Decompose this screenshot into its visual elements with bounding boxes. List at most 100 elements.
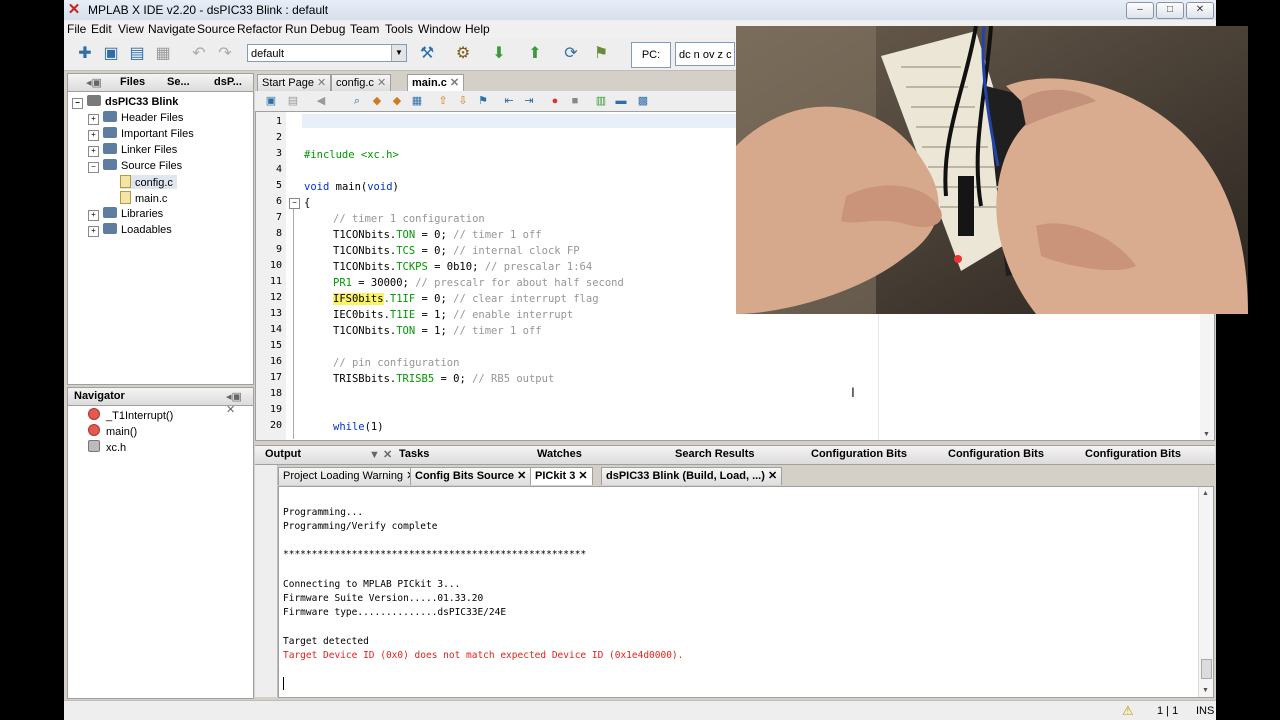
expand-icon[interactable]: + — [88, 226, 99, 237]
upload-icon[interactable]: ⬆ — [524, 43, 546, 65]
menu-help[interactable]: Help — [465, 22, 490, 36]
menu-file[interactable]: File — [67, 22, 86, 36]
navigator-item[interactable]: _T1Interrupt() — [88, 408, 173, 422]
menu-view[interactable]: View — [118, 22, 144, 36]
project-root[interactable]: − dsPIC33 Blink — [72, 95, 178, 109]
close-icon[interactable]: ✕ — [517, 470, 526, 482]
maximize-button[interactable]: □ — [1156, 2, 1184, 19]
folder-loadables[interactable]: + Loadables — [88, 223, 172, 237]
close-icon[interactable]: ✕ — [578, 470, 587, 482]
menu-window[interactable]: Window — [418, 22, 461, 36]
tab-pickit3[interactable]: PICkit 3 ✕ — [530, 467, 593, 485]
clean-build-icon[interactable]: ⚙ — [452, 43, 474, 65]
menu-debug[interactable]: Debug — [310, 22, 345, 36]
tab-files[interactable]: Files — [120, 76, 145, 88]
menu-edit[interactable]: Edit — [91, 22, 112, 36]
find-icon[interactable]: ⌕ — [349, 93, 365, 109]
redo-icon[interactable]: ↷ — [214, 43, 236, 65]
prev-bookmark-icon[interactable]: ⇧ — [435, 93, 451, 109]
menu-tools[interactable]: Tools — [385, 22, 413, 36]
collapse-icon[interactable]: − — [88, 162, 99, 173]
folder-libraries[interactable]: + Libraries — [88, 207, 163, 221]
minimize-button[interactable]: – — [1126, 2, 1154, 19]
source-view-icon[interactable]: ▣ — [263, 93, 279, 109]
close-icon[interactable]: ✕ — [317, 77, 326, 89]
tab-configuration-bits-1[interactable]: Configuration Bits — [811, 448, 907, 460]
tab-output[interactable]: Output — [265, 448, 301, 460]
tab-main-c[interactable]: main.c ✕ — [407, 74, 465, 91]
tab-tasks[interactable]: Tasks — [399, 448, 429, 460]
menu-run[interactable]: Run — [285, 22, 307, 36]
toggle-highlight-icon[interactable]: ▦ — [409, 93, 425, 109]
panel-menu-icon[interactable]: ◂▣ ✕ — [226, 390, 253, 416]
stop-macro-icon[interactable]: ■ — [567, 93, 583, 109]
panel-menu-icon[interactable]: ◂▣ — [86, 76, 102, 89]
tab-project-loading-warning[interactable]: Project Loading Warning ✕ — [278, 467, 421, 485]
tab-start-page[interactable]: Start Page ✕ — [257, 74, 332, 91]
scroll-down-icon[interactable]: ▼ — [1202, 687, 1209, 694]
make-program-icon[interactable]: ⬇ — [488, 43, 510, 65]
record-macro-icon[interactable]: ● — [547, 93, 563, 109]
back-icon[interactable]: ◀ — [313, 93, 329, 109]
chevron-down-icon[interactable]: ▼ — [391, 45, 406, 61]
menu-team[interactable]: Team — [350, 22, 379, 36]
tab-services[interactable]: Se... — [167, 76, 190, 88]
save-all-icon[interactable]: ▦ — [152, 43, 174, 65]
tab-config-bits-source[interactable]: Config Bits Source ✕ — [410, 467, 532, 485]
scroll-up-icon[interactable]: ▲ — [1202, 490, 1209, 497]
output-scrollbar[interactable]: ▲ ▼ — [1198, 487, 1213, 697]
reset-icon[interactable]: ⟳ — [560, 43, 582, 65]
folder-important-files[interactable]: + Important Files — [88, 127, 194, 141]
next-bookmark-icon[interactable]: ⇩ — [455, 93, 471, 109]
next-occurrence-icon[interactable]: ◆ — [389, 93, 405, 109]
output-console[interactable]: Programming... Programming/Verify comple… — [278, 486, 1214, 698]
expand-icon[interactable]: + — [88, 146, 99, 157]
close-button[interactable]: ✕ — [1186, 2, 1214, 19]
format-icon[interactable]: ▩ — [635, 93, 651, 109]
panel-menu-icon[interactable]: ▼ ✕ — [369, 448, 392, 461]
open-project-icon[interactable]: ▤ — [126, 43, 148, 65]
fold-collapse-icon[interactable]: − — [289, 198, 300, 209]
collapse-icon[interactable]: − — [72, 98, 83, 109]
expand-icon[interactable]: + — [88, 130, 99, 141]
tab-dashboard[interactable]: dsP... — [214, 76, 242, 88]
comment-icon[interactable]: ▥ — [593, 93, 609, 109]
toggle-bookmark-icon[interactable]: ⚑ — [475, 93, 491, 109]
new-file-icon[interactable]: ✚ — [74, 43, 96, 65]
navigator-item[interactable]: xc.h — [88, 440, 126, 454]
shift-left-icon[interactable]: ⇤ — [501, 93, 517, 109]
debug-project-icon[interactable]: ⚑ — [590, 43, 612, 65]
tab-search-results[interactable]: Search Results — [675, 448, 754, 460]
shift-right-icon[interactable]: ⇥ — [521, 93, 537, 109]
close-icon[interactable]: ✕ — [377, 77, 386, 89]
build-hammer-icon[interactable]: ⚒ — [416, 43, 438, 65]
prev-occurrence-icon[interactable]: ◆ — [369, 93, 385, 109]
close-icon[interactable]: ✕ — [768, 470, 777, 482]
undo-icon[interactable]: ↶ — [188, 43, 210, 65]
configuration-select[interactable]: default ▼ — [247, 44, 407, 62]
tab-watches[interactable]: Watches — [537, 448, 582, 460]
warning-icon[interactable]: ⚠ — [1122, 703, 1134, 719]
uncomment-icon[interactable]: ▬ — [613, 93, 629, 109]
menu-navigate[interactable]: Navigate — [148, 22, 195, 36]
close-icon[interactable]: ✕ — [450, 77, 459, 89]
scroll-down-icon[interactable]: ▼ — [1203, 431, 1210, 438]
file-main-c[interactable]: main.c — [120, 191, 167, 205]
scroll-thumb[interactable] — [1201, 659, 1212, 679]
new-project-icon[interactable]: ▣ — [100, 43, 122, 65]
tab-config-c[interactable]: config.c ✕ — [331, 74, 392, 91]
tab-build-load[interactable]: dsPIC33 Blink (Build, Load, ...) ✕ — [601, 467, 783, 485]
comment: // timer 1 off — [453, 229, 542, 241]
expand-icon[interactable]: + — [88, 210, 99, 221]
tab-configuration-bits-2[interactable]: Configuration Bits — [948, 448, 1044, 460]
tab-configuration-bits-3[interactable]: Configuration Bits — [1085, 448, 1181, 460]
folder-source-files[interactable]: − Source Files — [88, 159, 182, 173]
expand-icon[interactable]: + — [88, 114, 99, 125]
history-icon[interactable]: ▤ — [285, 93, 301, 109]
folder-header-files[interactable]: + Header Files — [88, 111, 183, 125]
folder-linker-files[interactable]: + Linker Files — [88, 143, 177, 157]
file-config-c[interactable]: config.c — [120, 175, 177, 189]
menu-source[interactable]: Source — [197, 22, 235, 36]
navigator-item[interactable]: main() — [88, 424, 137, 438]
menu-refactor[interactable]: Refactor — [237, 22, 282, 36]
